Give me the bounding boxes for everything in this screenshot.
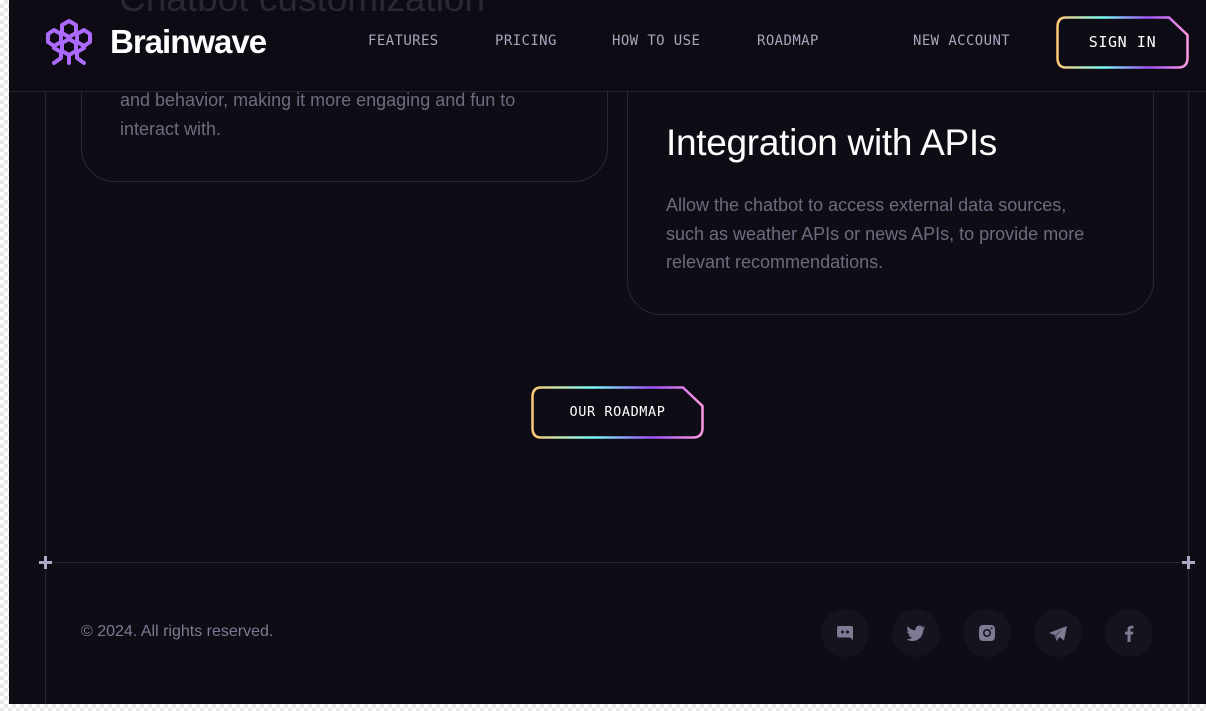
twitter-link[interactable] [892, 609, 940, 657]
frame-line-left [45, 0, 46, 704]
nav-how-to-use[interactable]: HOW TO USE [612, 33, 700, 49]
nav-features[interactable]: FEATURES [368, 33, 439, 49]
telegram-link[interactable] [1034, 609, 1082, 657]
brand-name[interactable]: Brainwave [110, 23, 267, 61]
plus-icon [39, 556, 52, 569]
site-header: Chatbot customization Brainwave FEATURES… [9, 0, 1206, 92]
card-title: Integration with APIs [666, 122, 998, 163]
telegram-icon [1049, 625, 1067, 641]
nav-roadmap[interactable]: ROADMAP [757, 33, 819, 49]
card-text-line: interact with. [120, 119, 222, 139]
brainwave-logo-icon[interactable] [44, 17, 94, 67]
sign-in-button[interactable]: SIGN IN [1056, 16, 1189, 69]
facebook-icon [1125, 625, 1134, 642]
page: and behavior, making it more engaging an… [9, 0, 1206, 704]
footer-divider [45, 562, 1188, 563]
ghost-card-title: Chatbot customization [119, 0, 485, 20]
facebook-link[interactable] [1105, 609, 1153, 657]
roadmap-button-label: OUR ROADMAP [569, 404, 666, 420]
copyright-text: © 2024. All rights reserved. [81, 623, 274, 640]
sign-in-label: SIGN IN [1088, 33, 1157, 51]
discord-link[interactable] [821, 609, 869, 657]
nav-pricing[interactable]: PRICING [495, 33, 557, 49]
discord-icon [837, 626, 853, 640]
new-account-link[interactable]: NEW ACCOUNT [913, 33, 1010, 49]
our-roadmap-button[interactable]: OUR ROADMAP [531, 386, 704, 439]
card-text-line: relevant recommendations. [666, 252, 884, 272]
frame-line-right [1188, 0, 1189, 704]
instagram-link[interactable] [963, 609, 1011, 657]
instagram-icon [979, 625, 995, 641]
plus-icon [1182, 556, 1195, 569]
twitter-icon [906, 625, 925, 641]
card-text-line: such as weather APIs or news APIs, to pr… [666, 224, 1085, 244]
card-text-line: Allow the chatbot to access external dat… [666, 195, 1067, 215]
